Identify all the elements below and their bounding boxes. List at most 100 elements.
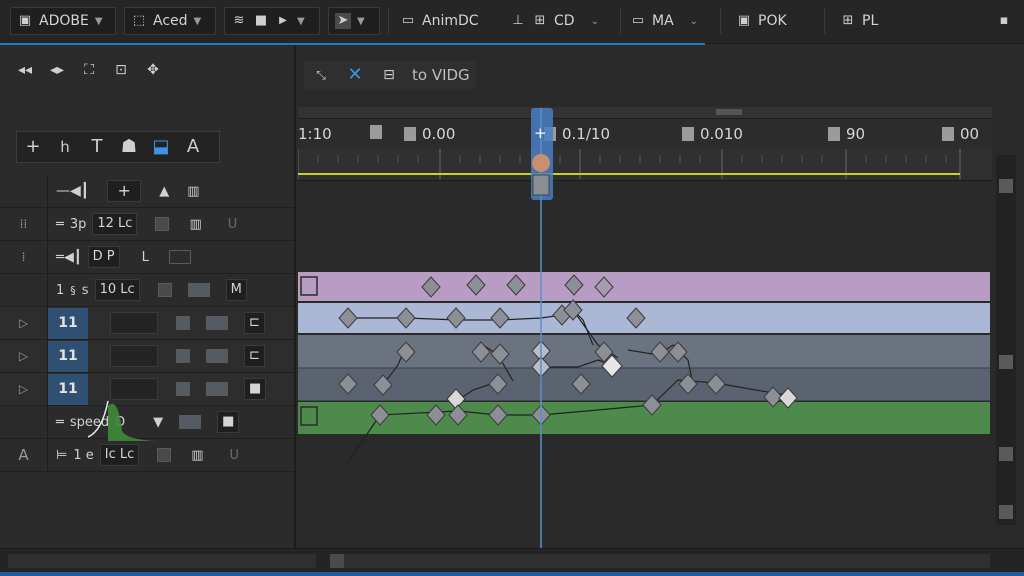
stop-icon[interactable]: ■ xyxy=(253,13,269,29)
scroll-thumb[interactable] xyxy=(999,505,1013,519)
collapse-icon[interactable]: ⊡ xyxy=(110,59,132,81)
scroll-thumb[interactable] xyxy=(999,355,1013,369)
chevron-down-icon[interactable]: ▼ xyxy=(297,16,305,27)
app-menu-button[interactable]: ▣ ADOBE ▼ xyxy=(10,7,116,35)
layer-value-field[interactable]: 12 Lc xyxy=(92,213,138,235)
easing-curve-preview xyxy=(88,400,164,441)
layer-swatch[interactable] xyxy=(206,316,228,330)
keyframe-nav-icon[interactable]: ═◀┃ xyxy=(56,250,82,265)
keyframe-nav-icon[interactable]: —◀┃ xyxy=(56,183,89,199)
mask-icon[interactable]: M xyxy=(225,279,247,301)
layer-number-badge[interactable]: 11 xyxy=(48,340,88,372)
expand-icon[interactable]: ⛶ xyxy=(78,59,100,81)
layer-swatch[interactable] xyxy=(206,349,228,363)
hand-icon[interactable]: h xyxy=(49,132,81,162)
layer-header-row: —◀┃ + ▲ ▥ xyxy=(0,174,294,208)
layer-swatch[interactable] xyxy=(179,415,202,429)
layer-unit: s xyxy=(81,282,89,298)
track-lavender xyxy=(298,272,990,301)
wifi-icon[interactable]: ≋ xyxy=(231,13,247,29)
columns-icon[interactable]: ▥ xyxy=(187,184,199,199)
scroll-thumb[interactable] xyxy=(999,447,1013,461)
animdc-button[interactable]: ▭ AnimDC xyxy=(394,7,494,35)
layer-row[interactable]: A ⊨ 1 e Ic Lc ▥ U xyxy=(0,438,294,472)
columns-icon[interactable]: ▥ xyxy=(191,448,203,463)
toolbar-divider xyxy=(620,8,621,34)
text-tool-icon[interactable]: T xyxy=(81,132,113,162)
layer-value-field[interactable]: D P xyxy=(87,246,120,268)
lock-icon[interactable]: U xyxy=(228,217,238,232)
toolbar-divider xyxy=(720,8,721,34)
lock-icon[interactable]: U xyxy=(230,448,240,463)
pok-button[interactable]: ▣ POK xyxy=(730,7,810,35)
scroll-thumb[interactable] xyxy=(999,179,1013,193)
mask-icon[interactable]: ⊏ xyxy=(244,345,265,367)
layer-value-field[interactable]: Ic Lc xyxy=(99,444,140,466)
visibility-toggle[interactable] xyxy=(176,382,190,396)
cd-dropdown[interactable]: ⊥ ⊞ CD ⌄ xyxy=(504,7,612,35)
layer-row[interactable]: ⁞ ═◀┃ D P L xyxy=(0,240,294,274)
chevron-down-icon: ⌄ xyxy=(689,15,699,27)
align-icon: ⊥ xyxy=(512,13,524,28)
panel-icon: ▭ xyxy=(631,13,645,28)
mask-icon[interactable]: ■ xyxy=(217,411,240,433)
mask-icon[interactable]: ■ xyxy=(244,378,267,400)
preset-dropdown[interactable]: ⬚ Aced ▼ xyxy=(124,7,216,35)
add-icon[interactable]: + xyxy=(17,132,49,162)
layer-horizontal-scrollbar[interactable] xyxy=(8,554,316,568)
timeline-horizontal-scrollbar[interactable] xyxy=(330,554,990,568)
node-tool-icon[interactable]: ⬓ xyxy=(145,132,177,162)
layer-swatch[interactable] xyxy=(168,250,191,264)
panel-menu-button[interactable]: ▪ xyxy=(990,7,1018,35)
drag-handle-icon[interactable]: ⁞ xyxy=(0,240,48,274)
layer-value-field[interactable] xyxy=(110,312,158,334)
visibility-toggle[interactable] xyxy=(176,316,190,330)
layer-row[interactable]: ⁞⁞ ═ 3p 12 Lc ▥ U xyxy=(0,207,294,241)
timeline-tracks: + xyxy=(298,108,990,548)
toolbar-divider xyxy=(824,8,825,34)
corner-icon[interactable]: L xyxy=(142,250,149,265)
step-icon[interactable]: ◂▸ xyxy=(46,59,68,81)
layer-swatch[interactable] xyxy=(187,283,210,297)
visibility-toggle[interactable] xyxy=(157,448,172,462)
expand-arrow-icon[interactable]: ▷ xyxy=(0,339,48,373)
playback-controls[interactable]: ≋ ■ ▶ ▼ xyxy=(224,7,320,35)
ma-dropdown[interactable]: ▭ MA ⌄ xyxy=(624,7,714,35)
panel-menu-icon: ▪ xyxy=(999,13,1009,28)
chevron-down-icon: ⌄ xyxy=(590,15,599,27)
add-layer-button[interactable]: + xyxy=(107,180,142,202)
visibility-toggle[interactable] xyxy=(176,349,190,363)
text-layer-icon: A xyxy=(0,438,48,472)
select-tool-dropdown[interactable]: ➤ ▼ xyxy=(328,7,380,35)
drag-handle-icon[interactable]: ⁞⁞ xyxy=(0,207,48,241)
expand-arrow-icon[interactable]: ▷ xyxy=(0,372,48,406)
layer-row[interactable]: 1 § s 10 Lc M xyxy=(0,273,294,307)
layer-number-badge[interactable]: 11 xyxy=(48,307,88,339)
panel-tools: ◂◂ ◂▸ ⛶ ⊡ ✥ xyxy=(14,59,164,81)
move-icon[interactable]: ✥ xyxy=(142,59,164,81)
layer-row[interactable]: ▷ 11 ⊏ xyxy=(0,306,294,340)
timeline-panel: ⤡ ✕ ⊟ to VIDG 1:10 0.00 0.1/10 0.010 90 … xyxy=(298,45,1024,548)
visibility-toggle[interactable] xyxy=(157,283,172,297)
keyframe-nav-icon[interactable]: ⊨ xyxy=(56,448,67,463)
layer-swatch[interactable] xyxy=(206,382,228,396)
cursor-icon: ➤ xyxy=(335,13,351,29)
visibility-toggle[interactable] xyxy=(155,217,170,231)
scrub-grip xyxy=(716,109,742,115)
expand-arrow-icon[interactable]: ▷ xyxy=(0,306,48,340)
up-icon[interactable]: ▲ xyxy=(159,184,169,199)
play-icon[interactable]: ▶ xyxy=(275,13,291,29)
layer-value-field[interactable]: 10 Lc xyxy=(94,279,140,301)
chevron-down-icon: ▼ xyxy=(193,15,202,27)
pl-button[interactable]: ⊞ PL xyxy=(834,7,904,35)
image-tool-icon[interactable]: ☗ xyxy=(113,132,145,162)
pen-tool-icon[interactable]: A xyxy=(177,132,209,162)
step-back-icon[interactable]: ◂◂ xyxy=(14,59,36,81)
columns-icon[interactable]: ▥ xyxy=(189,217,201,232)
vertical-scrollbar[interactable] xyxy=(996,155,1016,525)
scroll-thumb[interactable] xyxy=(330,554,344,568)
toolbar-divider xyxy=(388,8,389,34)
mask-icon[interactable]: ⊏ xyxy=(244,312,265,334)
adobe-logo-icon: ▣ xyxy=(18,13,32,28)
layer-number-badge[interactable]: 11 xyxy=(48,373,88,405)
